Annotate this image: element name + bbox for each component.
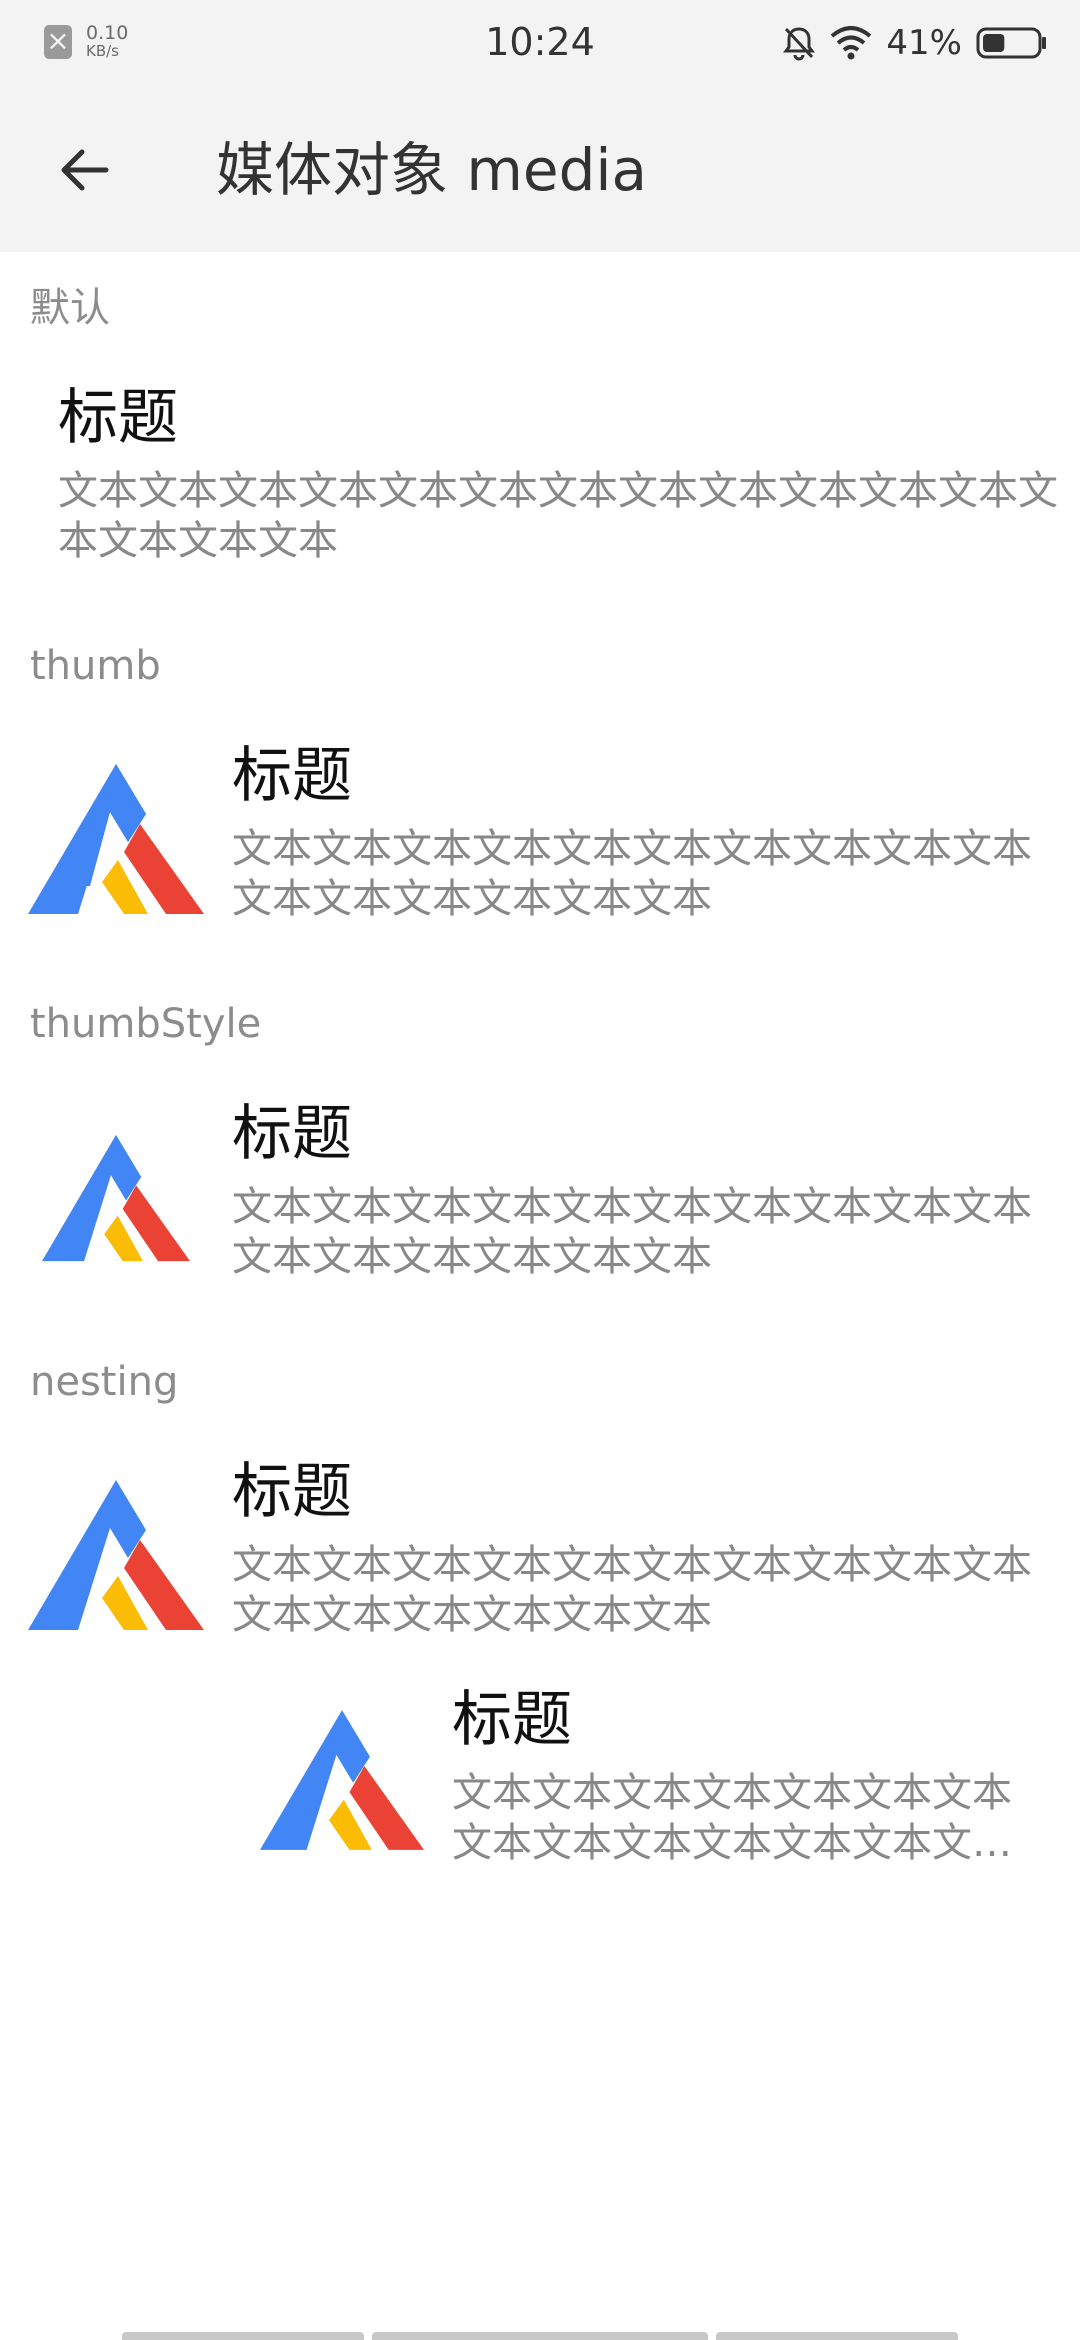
media-description: 文本文本文本文本文本文本文本文本文本文本文本文本文本文本文本文本 <box>452 1770 1012 1866</box>
bell-off-icon <box>783 27 816 61</box>
media-item-thumbstyle[interactable]: 标题 文本文本文本文本文本文本文本文本文本文本文本文本文本文本文本文本 <box>0 1098 1080 1280</box>
media-title: 标题 <box>232 1457 352 1527</box>
section-label-thumb: thumb <box>30 643 161 689</box>
status-bar: 0.10 KB/s 10:24 41% <box>0 0 1080 84</box>
media-description: 文本文本文本文本文本文本文本文本文本文本文本文本文本文本文本文本 <box>232 826 1032 922</box>
app-bar: 媒体对象 media <box>0 84 1080 252</box>
scroll-indicator <box>122 2332 364 2340</box>
logo-thumbnail-icon <box>28 1480 204 1630</box>
media-title: 标题 <box>58 383 178 453</box>
media-description: 文本文本文本文本文本文本文本文本文本文本文本文本文本文本文本文本 <box>232 1184 1032 1280</box>
logo-thumbnail-icon <box>42 1134 190 1262</box>
arrow-left-icon[interactable] <box>52 138 116 202</box>
media-title: 标题 <box>232 741 352 811</box>
media-item-nesting[interactable]: 标题 文本文本文本文本文本文本文本文本文本文本文本文本文本文本文本文本 标题 文… <box>0 1456 1080 1876</box>
media-title: 标题 <box>232 1099 352 1169</box>
page-title: 媒体对象 media <box>216 136 648 204</box>
logo-thumbnail-icon <box>260 1710 424 1850</box>
media-title: 标题 <box>452 1685 572 1755</box>
logo-thumbnail-icon <box>28 764 204 914</box>
battery-icon <box>976 27 1046 59</box>
media-item-thumb[interactable]: 标题 文本文本文本文本文本文本文本文本文本文本文本文本文本文本文本文本 <box>0 740 1080 922</box>
section-label-thumbstyle: thumbStyle <box>30 1001 262 1047</box>
section-label-nesting: nesting <box>30 1359 179 1405</box>
battery-percent: 41% <box>886 23 962 63</box>
media-description: 文本文本文本文本文本文本文本文本文本文本文本文本文本文本文本文本 <box>58 468 1058 564</box>
scroll-indicator <box>372 2332 708 2340</box>
wifi-icon <box>831 26 872 60</box>
scroll-indicator <box>716 2332 958 2340</box>
section-label-default: 默认 <box>30 285 110 331</box>
media-description: 文本文本文本文本文本文本文本文本文本文本文本文本文本文本文本文本 <box>232 1542 1032 1638</box>
media-item-default[interactable]: 标题 文本文本文本文本文本文本文本文本文本文本文本文本文本文本文本文本 <box>0 382 1080 564</box>
nested-media-item[interactable]: 标题 文本文本文本文本文本文本文本文本文本文本文本文本文本文本文本文本 <box>0 1684 1080 1874</box>
